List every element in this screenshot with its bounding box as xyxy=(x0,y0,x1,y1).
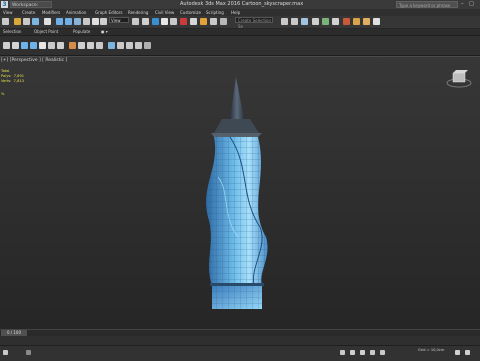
ribbon-options-toggle[interactable]: ● ▾ xyxy=(101,29,108,35)
next-frame-icon[interactable] xyxy=(380,350,385,355)
maxscript-listener-icon[interactable] xyxy=(3,350,8,355)
menu-animation[interactable]: Animation xyxy=(66,9,86,16)
select-manipulate-icon[interactable] xyxy=(142,18,149,25)
menu-customize[interactable]: Customize xyxy=(180,9,201,16)
move-tool-icon[interactable] xyxy=(12,42,19,49)
window-crossing-icon[interactable] xyxy=(83,18,90,25)
paint-brush-icon[interactable] xyxy=(69,42,76,49)
roof-ledge xyxy=(211,133,262,137)
menu-civil-view[interactable]: Civil View xyxy=(155,9,174,16)
named-selection-sets-dropdown[interactable]: Create Selection Se xyxy=(235,17,273,29)
menu-bar: View Create Modifiers Animation Graph Ed… xyxy=(0,9,480,16)
populate-simulate-icon[interactable] xyxy=(126,42,133,49)
set-key-icon[interactable] xyxy=(350,350,355,355)
window-controls[interactable]: – □ × xyxy=(461,0,480,9)
podium-ledge xyxy=(210,283,264,286)
menu-rendering[interactable]: Rendering xyxy=(128,9,148,16)
snaps-toggle-icon[interactable] xyxy=(161,18,168,25)
select-object-icon[interactable] xyxy=(56,18,63,25)
ribbon-tabs: Selection Object Paint Populate ● ▾ xyxy=(0,29,480,36)
align-icon[interactable] xyxy=(220,18,227,25)
tab-object-paint[interactable]: Object Paint xyxy=(34,29,58,35)
tab-selection[interactable]: Selection xyxy=(3,29,21,35)
populate-edit-icon[interactable] xyxy=(144,42,151,49)
brush-settings-icon[interactable] xyxy=(96,42,103,49)
mirror-icon[interactable] xyxy=(210,18,217,25)
skyscraper-model[interactable] xyxy=(0,57,480,329)
scale-tool-icon[interactable] xyxy=(30,42,37,49)
curve-editor-icon[interactable] xyxy=(322,18,329,25)
select-icon[interactable] xyxy=(3,42,10,49)
help-search-input[interactable]: Type a keyword or phrase xyxy=(396,1,458,8)
fill-icon[interactable] xyxy=(87,42,94,49)
select-link-icon[interactable] xyxy=(14,18,21,25)
auto-key-icon[interactable] xyxy=(360,350,365,355)
populate-settings-icon[interactable] xyxy=(135,42,142,49)
paint-options-icon[interactable] xyxy=(78,42,85,49)
bind-space-warp-icon[interactable] xyxy=(32,18,39,25)
time-slider[interactable]: 0 / 100 xyxy=(0,329,480,336)
track-bar[interactable] xyxy=(0,336,480,351)
status-bar xyxy=(0,345,480,361)
region-select-icon[interactable] xyxy=(74,18,81,25)
rotate-icon[interactable] xyxy=(100,18,107,25)
render-setup-icon[interactable] xyxy=(353,18,360,25)
podium-grid xyxy=(212,285,262,309)
rotate-tool-icon[interactable] xyxy=(21,42,28,49)
material-editor-icon[interactable] xyxy=(343,18,350,25)
align-tool-icon[interactable] xyxy=(291,18,298,25)
perspective-viewport[interactable]: [+] [Perspective ] [ Realistic ] Total P… xyxy=(0,56,480,329)
selection-lock-icon[interactable] xyxy=(26,350,31,355)
populate-flow-icon[interactable] xyxy=(108,42,115,49)
move-icon[interactable] xyxy=(92,18,99,25)
main-toolbar: View Create Selection Se xyxy=(0,16,480,29)
menu-scripting[interactable]: Scripting xyxy=(206,9,224,16)
unlink-icon[interactable] xyxy=(23,18,30,25)
title-bar: 3 Workspace: Default Autodesk 3ds Max 20… xyxy=(0,0,480,16)
tab-populate[interactable]: Populate xyxy=(73,29,90,35)
edit-named-selection-icon[interactable] xyxy=(200,18,207,25)
layer-explorer-icon[interactable] xyxy=(301,18,308,25)
play-icon[interactable] xyxy=(370,350,375,355)
snap-tool-icon[interactable] xyxy=(39,42,46,49)
selection-filter-icon[interactable] xyxy=(44,18,51,25)
tower-window-grid xyxy=(206,137,268,285)
menu-modifiers[interactable]: Modifiers xyxy=(42,9,60,16)
percent-snap-icon[interactable] xyxy=(180,18,187,25)
mirror-tool-icon[interactable] xyxy=(281,18,288,25)
add-time-tag-icon[interactable] xyxy=(340,350,345,355)
spinner-snap-icon[interactable] xyxy=(190,18,197,25)
reference-coordinate-dropdown[interactable]: View xyxy=(109,17,129,23)
menu-graph-editors[interactable]: Graph Editors xyxy=(95,9,122,16)
schematic-view-icon[interactable] xyxy=(332,18,339,25)
select-by-name-icon[interactable] xyxy=(65,18,72,25)
populate-idle-icon[interactable] xyxy=(117,42,124,49)
roof-crown xyxy=(214,119,259,133)
render-production-icon[interactable] xyxy=(373,18,380,25)
zoom-icon[interactable] xyxy=(455,350,460,355)
layers-tool-icon[interactable] xyxy=(57,42,64,49)
spire xyxy=(230,77,244,119)
undo-icon[interactable] xyxy=(2,18,9,25)
keyboard-shortcut-icon[interactable] xyxy=(152,18,159,25)
menu-help[interactable]: Help xyxy=(231,9,240,16)
menu-create[interactable]: Create xyxy=(22,9,35,16)
angle-snap-icon[interactable] xyxy=(170,18,177,25)
menu-view[interactable]: View xyxy=(3,9,13,16)
pivot-center-icon[interactable] xyxy=(132,18,139,25)
app-logo-button[interactable]: 3 xyxy=(1,1,8,8)
grid-size-readout: Grid = 10,0cm xyxy=(418,348,445,352)
link-tool-icon[interactable] xyxy=(48,42,55,49)
rendered-frame-window-icon[interactable] xyxy=(363,18,370,25)
window-title: Autodesk 3ds Max 2016 Cartoon_skyscraper… xyxy=(180,1,304,7)
command-icon-row xyxy=(0,36,480,56)
orbit-icon[interactable] xyxy=(465,350,470,355)
toggle-ribbon-icon[interactable] xyxy=(312,18,319,25)
workspace-dropdown[interactable]: Workspace: Default xyxy=(10,1,52,15)
